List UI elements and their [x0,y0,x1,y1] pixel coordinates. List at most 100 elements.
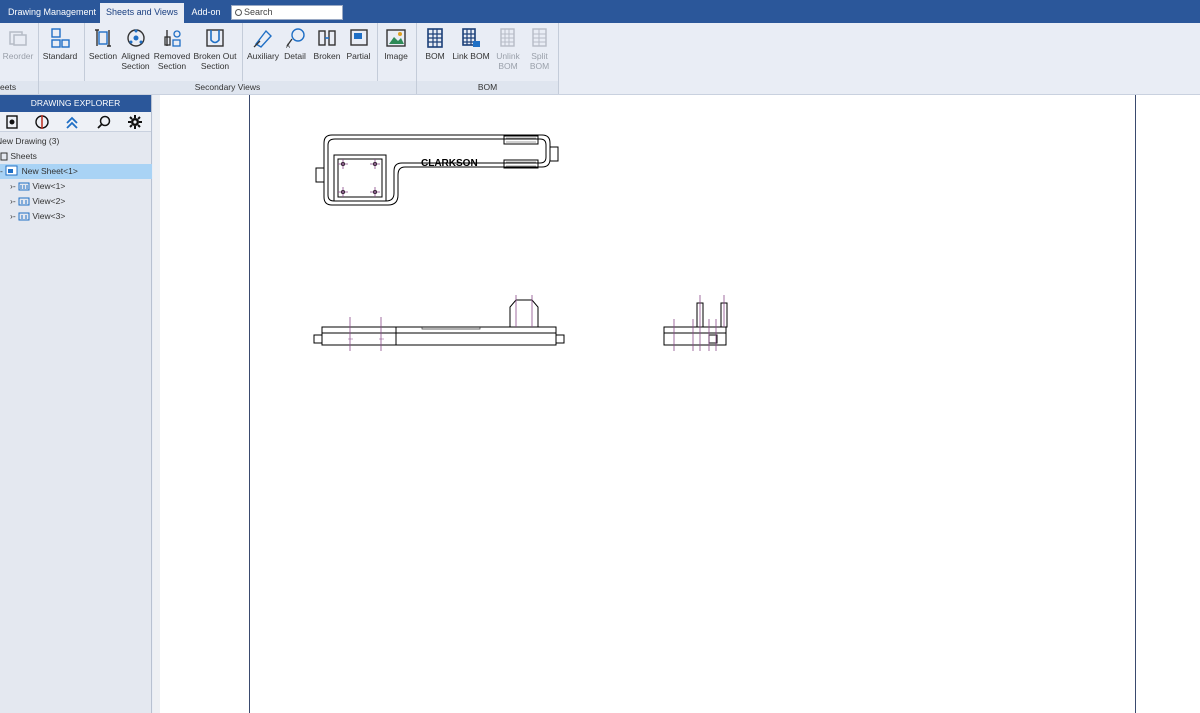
tree-root-label: New Drawing (3) [0,136,60,146]
drawing-sheet[interactable]: CLARKSON [160,95,1200,713]
explorer-toolbar [0,112,151,132]
split-bom-icon [531,28,547,47]
unlink-bom-icon [500,28,515,47]
broken-view-icon [318,30,336,46]
split-bom-label-2: BOM [529,61,550,71]
tree-view-label-2: View<2> [32,196,66,206]
detail-view-icon: A [286,28,305,49]
split-bom-button[interactable]: Split BOM [525,27,554,71]
auxiliary-view-button[interactable]: Auxiliary [246,27,280,61]
reorder-button[interactable]: Reorder [1,27,35,61]
split-bom-label-1: Split [531,51,548,61]
section-view-icon [95,29,111,47]
removed-section-label-2: Section [157,61,187,71]
search-input[interactable]: Search [231,5,343,20]
group-label-bom: BOM [417,81,558,94]
unlink-bom-button[interactable]: Unlink BOM [493,27,523,71]
image-label: Image [384,51,408,61]
explorer-title: DRAWING EXPLORER [0,95,151,112]
reorder-icon [9,31,27,46]
tree-chevron-right-icon: ›- [10,181,19,191]
tree-chevron-right-icon: ›- [10,196,19,206]
svg-text:A: A [286,44,290,49]
drawing-views: CLARKSON [313,134,728,351]
tree-view-label-1: View<1> [32,181,66,191]
partial-view-button[interactable]: Partial [344,27,373,61]
aligned-section-icon [126,29,145,47]
bom-button[interactable]: BOM [421,27,449,61]
tree-chevron-right-icon: ›- [10,211,19,221]
view-icon [18,197,30,206]
link-bom-icon [462,28,480,47]
standard-view-button[interactable]: Standard [42,27,78,61]
group-label-secondary-views: Secondary Views [39,81,416,94]
tree-root-drawing[interactable]: New Drawing (3) [0,134,59,149]
view-icon [18,212,30,221]
aligned-section-label-2: Section [121,61,150,71]
section-view-button[interactable]: Section [87,27,119,61]
tree-sheet-label: New Sheet<1> [21,166,78,176]
broken-view-button[interactable]: Broken [311,27,343,61]
auxiliary-view-icon [253,29,272,48]
detail-view-button[interactable]: A Detail [282,27,308,61]
search-placeholder: Search [244,7,273,17]
group-divider [558,23,559,94]
tab-drawing-management[interactable]: Drawing Management [4,3,100,23]
section-circle-icon[interactable] [34,114,50,130]
group-label-sheets: eets [0,81,38,94]
removed-section-icon [164,30,181,47]
tree-sheets-label: Sheets [10,151,37,161]
aligned-section-label-1: Aligned [121,51,150,61]
view-icon [18,182,30,191]
partial-label: Partial [346,51,371,61]
search-icon [235,9,242,16]
standard-view-icon [51,28,70,48]
ribbon: Reorder Standard Section Aligned Section… [0,23,1200,95]
tree-view-label-3: View<3> [32,211,66,221]
bom-table-icon [427,28,443,48]
link-bom-label: Link BOM [452,51,490,61]
detail-label: Detail [284,51,306,61]
tree-view-item-2[interactable]: ›- View<2> [10,194,65,209]
tree-expand-icon: - [0,166,3,176]
gear-icon[interactable] [127,114,143,130]
view-1-top-view[interactable] [315,134,559,206]
broken-label: Broken [313,51,341,61]
broken-out-section-label-2: Section [200,61,230,71]
search-icon[interactable] [96,114,112,130]
tab-add-on[interactable]: Add-on [186,3,226,23]
tree-sheets-folder[interactable]: Sheets [0,149,37,164]
tree-sheet-item[interactable]: - New Sheet<1> [0,164,152,179]
aligned-section-button[interactable]: Aligned Section [119,27,152,71]
sheet-settings-icon[interactable] [4,114,20,130]
unlink-bom-label-2: BOM [498,61,518,71]
partial-view-icon [349,29,368,46]
link-bom-button[interactable]: Link BOM [452,27,490,61]
reorder-label: Reorder [2,51,34,61]
view-2-front-view[interactable] [313,295,565,351]
image-icon [386,29,406,47]
app-window: Drawing Management Sheets and Views Add-… [0,0,1200,713]
removed-section-label-1: Removed [153,51,191,61]
image-button[interactable]: Image [381,27,411,61]
auxiliary-label: Auxiliary [246,51,280,61]
section-label: Section [88,51,118,61]
clarkson-logo-text: CLARKSON [421,158,478,169]
collapse-up-icon[interactable] [64,114,80,130]
ribbon-tab-bar: Drawing Management Sheets and Views Add-… [0,0,1200,23]
tab-sheets-and-views[interactable]: Sheets and Views [100,3,184,23]
broken-out-section-label-1: Broken Out [193,51,237,61]
removed-section-button[interactable]: Removed Section [153,27,191,71]
sheets-folder-icon [0,152,8,161]
broken-out-section-button[interactable]: Broken Out Section [193,27,237,71]
drawing-canvas[interactable]: CLARKSON [153,95,1200,713]
sheet-icon [5,165,18,176]
tree-view-item-1[interactable]: ›- View<1> [10,179,65,194]
broken-out-section-icon [206,29,224,47]
view-3-side-view[interactable] [663,295,728,351]
drawing-explorer-panel: DRAWING EXPLORER New Drawing (3) Sheets … [0,95,152,713]
tree-view-item-3[interactable]: ›- View<3> [10,209,65,224]
bom-label: BOM [425,51,445,61]
standard-label: Standard [42,51,78,61]
unlink-bom-label-1: Unlink [496,51,520,61]
